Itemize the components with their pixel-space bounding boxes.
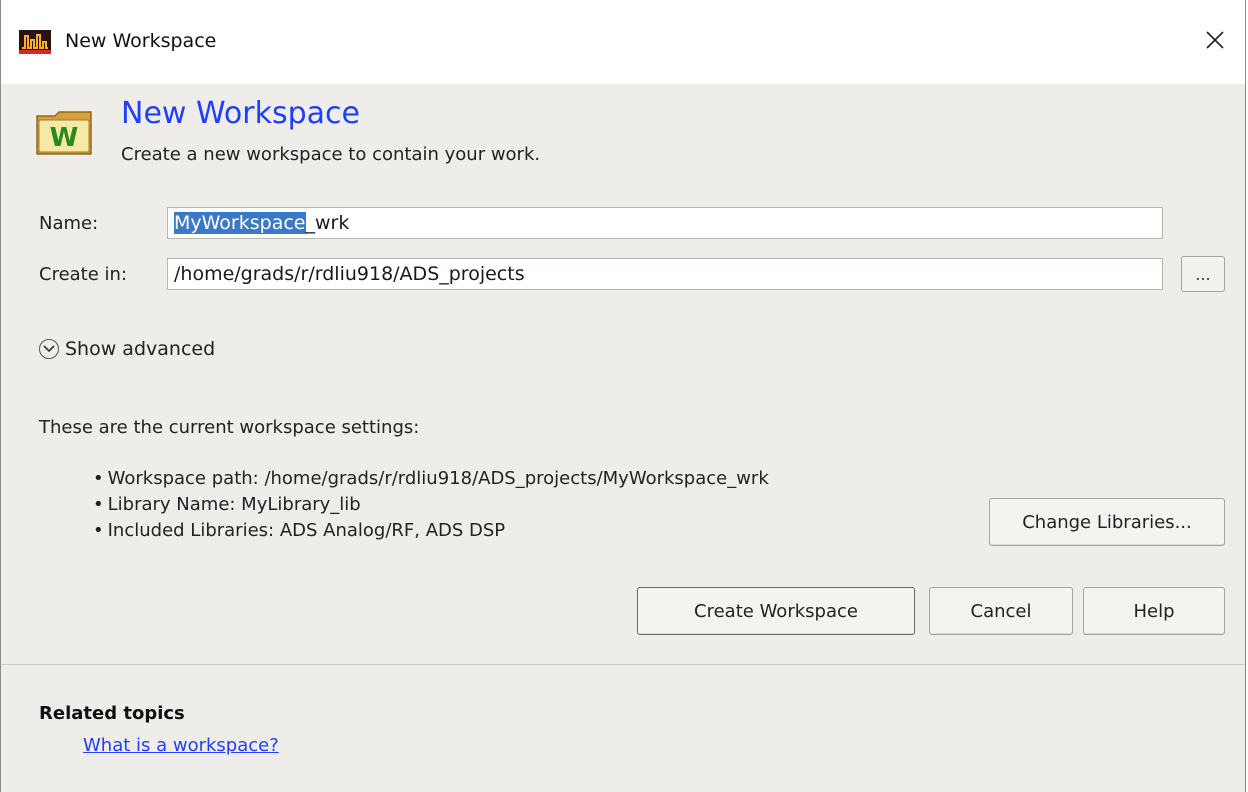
browse-button[interactable]: ... — [1181, 256, 1225, 292]
settings-intro: These are the current workspace settings… — [39, 417, 420, 438]
settings-list: • Workspace path: /home/grads/r/rdliu918/… — [93, 466, 769, 544]
related-topics-heading: Related topics — [39, 703, 185, 724]
title-bar: New Workspace — [1, 0, 1245, 84]
close-icon — [1206, 31, 1224, 49]
show-advanced-toggle[interactable]: Show advanced — [39, 338, 215, 360]
help-button[interactable]: Help — [1083, 587, 1225, 635]
close-button[interactable] — [1197, 22, 1233, 58]
included-libraries-text: Included Libraries: ADS Analog/RF, ADS D… — [107, 520, 506, 541]
create-in-label: Create in: — [39, 264, 128, 285]
page-title: New Workspace — [121, 96, 360, 131]
workspace-path-text: Workspace path: /home/grads/r/rdliu918/A… — [107, 468, 769, 489]
name-input-rest-text: _wrk — [305, 212, 350, 234]
divider — [1, 664, 1245, 665]
chevron-down-circle-icon — [39, 339, 59, 359]
list-item: • Library Name: MyLibrary_lib — [93, 494, 361, 515]
name-input-selected-text: MyWorkspace — [174, 212, 306, 234]
name-input[interactable]: MyWorkspace _wrk — [167, 207, 1163, 239]
create-workspace-button[interactable]: Create Workspace — [637, 587, 915, 635]
svg-text:W: W — [50, 123, 79, 153]
what-is-workspace-link[interactable]: What is a workspace? — [83, 735, 279, 756]
name-label: Name: — [39, 213, 99, 234]
create-in-value: /home/grads/r/rdliu918/ADS_projects — [174, 263, 525, 285]
show-advanced-label: Show advanced — [65, 338, 216, 360]
new-workspace-dialog: New Workspace W New Workspace Create a n… — [0, 0, 1246, 792]
list-item: • Workspace path: /home/grads/r/rdliu918/… — [93, 468, 769, 489]
window-title: New Workspace — [65, 30, 217, 52]
ads-app-icon — [19, 30, 51, 54]
workspace-folder-icon: W — [35, 110, 93, 156]
change-libraries-button[interactable]: Change Libraries... — [989, 498, 1225, 546]
page-subtitle: Create a new workspace to contain your w… — [121, 144, 541, 165]
create-in-input[interactable]: /home/grads/r/rdliu918/ADS_projects — [167, 258, 1163, 290]
library-name-text: Library Name: MyLibrary_lib — [107, 494, 361, 515]
list-item: • Included Libraries: ADS Analog/RF, ADS … — [93, 520, 506, 541]
cancel-button[interactable]: Cancel — [929, 587, 1073, 635]
